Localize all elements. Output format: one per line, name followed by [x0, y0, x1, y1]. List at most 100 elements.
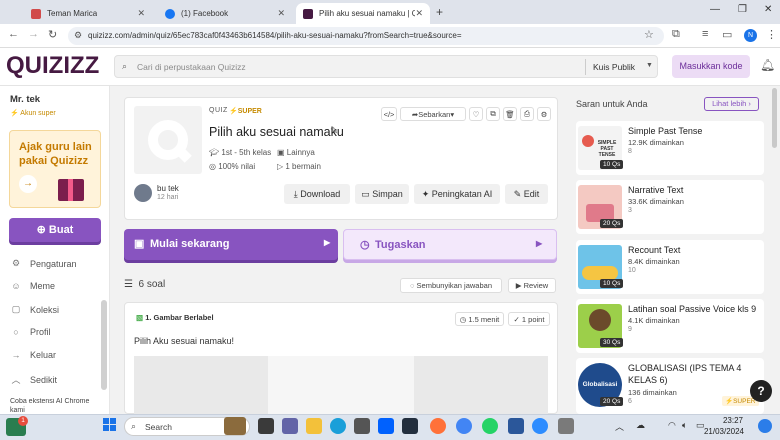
sidebar-item-logout[interactable]: → Keluar — [10, 350, 57, 360]
chrome-extension-promo[interactable]: Coba ekstensi AI Chrome kami — [10, 398, 98, 412]
browser-menu-icon[interactable]: ⋮ — [766, 28, 777, 41]
author-avatar[interactable] — [134, 184, 152, 202]
taskbar-time[interactable]: 23:27 — [713, 416, 743, 425]
settings-app-icon[interactable] — [558, 418, 574, 434]
promo-text: Ajak guru lain pakai Quizizz — [19, 141, 92, 167]
sidebar-item-memes[interactable]: ☺ Meme — [10, 281, 55, 291]
question-count-badge: 10 Qs — [600, 160, 624, 169]
notification-bell-icon[interactable]: 🔔︎ — [760, 58, 775, 72]
word-icon[interactable] — [508, 418, 524, 434]
suggestion-card[interactable]: SIMPLE PAST TENSE 10 Qs Simple Past Tens… — [576, 121, 764, 175]
browser-tab-quizizz[interactable]: Pilih aku sesuai namaku | Quizizz ✕ — [296, 3, 430, 24]
bookmark-star-icon[interactable]: ☆ — [644, 28, 654, 41]
extensions-icon[interactable]: ⧉ — [672, 28, 680, 41]
firefox-icon[interactable] — [430, 418, 446, 434]
search-divider — [585, 59, 586, 75]
save-button[interactable]: ▭ Simpan — [355, 184, 409, 204]
network-icon[interactable]: ☁ — [636, 420, 645, 431]
join-code-button[interactable]: Masukkan kode — [672, 55, 750, 78]
question-image-center — [268, 356, 414, 414]
suggestion-card[interactable]: 20 Qs Narrative Text 33.6K dimainkan 3 — [576, 180, 764, 234]
suggestion-plays: 136 dimainkan — [628, 388, 677, 397]
sidebar-item-profile[interactable]: ○ Profil — [10, 327, 50, 337]
file-explorer-icon[interactable] — [306, 418, 322, 434]
review-button[interactable]: ▶ Review — [508, 278, 556, 293]
edge-icon[interactable] — [330, 418, 346, 434]
delete-icon[interactable]: 🗑︎ — [503, 107, 517, 121]
quiz-title: Pilih aku sesuai namaku — [209, 125, 344, 139]
hide-answers-button[interactable]: ◌ Sembunyikan jawaban — [400, 278, 502, 293]
side-panel-icon[interactable]: ▭ — [722, 28, 732, 41]
volume-icon[interactable]: 🔈︎ — [682, 420, 687, 431]
suggestions-heading: Saran untuk Anda — [576, 99, 648, 109]
question-time[interactable]: ◷ 1.5 menit — [455, 312, 504, 326]
suggestion-card[interactable]: 30 Qs Latihan soal Passive Voice kls 9 4… — [576, 299, 764, 353]
copy-icon[interactable]: ⧉ — [486, 107, 500, 121]
windows-start-icon[interactable] — [103, 418, 117, 432]
site-info-icon[interactable]: ⚙ — [74, 30, 82, 41]
question-text: Pilih Aku sesuai namaku! — [134, 336, 235, 346]
url-field[interactable]: quizizz.com/admin/quiz/65ec783caf0f43463… — [68, 27, 664, 45]
close-window-icon[interactable]: ✕ — [764, 4, 772, 15]
help-button[interactable]: ? — [750, 380, 772, 402]
sidebar-collapse[interactable]: ︿ Sedikit — [10, 373, 57, 386]
whatsapp-icon[interactable] — [482, 418, 498, 434]
close-tab-icon[interactable]: ✕ — [277, 8, 285, 19]
settings-icon[interactable]: ⚙ — [537, 107, 551, 121]
create-button[interactable]: ⊕ Buat — [9, 218, 101, 242]
forward-icon[interactable]: → — [28, 28, 39, 40]
quizizz-logo[interactable]: QUIZIZZ — [6, 52, 99, 80]
new-tab-button[interactable]: + — [436, 5, 443, 19]
wifi-icon[interactable]: ◠ — [668, 420, 676, 431]
back-icon[interactable]: ← — [8, 28, 19, 40]
chrome-icon[interactable] — [456, 418, 472, 434]
see-more-button[interactable]: Lihat lebih › — [704, 97, 759, 111]
question-points[interactable]: ✓ 1 point — [508, 312, 550, 326]
amazon-icon[interactable] — [402, 418, 418, 434]
edit-button[interactable]: ✎ Edit — [505, 184, 548, 204]
super-badge: ⚡SUPER — [229, 108, 262, 115]
browser-tab-facebook[interactable]: (1) Facebook ✕ — [158, 3, 292, 24]
suggestion-count: 6 — [628, 398, 632, 405]
search-scope-select[interactable]: Kuis Publik — [593, 62, 635, 72]
library-search-input[interactable]: ⌕ Cari di perpustakaan Quizizz Kuis Publ… — [114, 55, 658, 78]
promo-arrow-icon[interactable]: → — [19, 175, 37, 193]
sidebar-item-settings[interactable]: ⚙ Pengaturan — [10, 258, 77, 269]
clock-illustration-icon — [582, 135, 594, 147]
notification-center-icon[interactable] — [758, 419, 772, 433]
taskbar-date[interactable]: 21/03/2024 — [700, 427, 744, 436]
dropbox-icon[interactable] — [378, 418, 394, 434]
suggestion-title: Narrative Text — [628, 185, 684, 195]
store-icon[interactable] — [354, 418, 370, 434]
share-button[interactable]: ➦ Sebarkan ▾ — [400, 107, 466, 121]
like-heart-icon[interactable]: ♡ — [469, 107, 483, 121]
invite-teachers-promo[interactable]: Ajak guru lain pakai Quizizz → — [9, 130, 101, 208]
suggestion-card[interactable]: 10 Qs Recount Text 8.4K dimainkan 10 — [576, 240, 764, 294]
assign-button[interactable]: ◷ Tugaskan ▶ — [343, 229, 557, 260]
system-tray-chevron-icon[interactable]: ︿ — [615, 420, 624, 433]
sidebar-scrollbar[interactable] — [101, 300, 107, 390]
close-tab-icon[interactable]: ✕ — [137, 8, 145, 19]
zoom-icon[interactable] — [532, 418, 548, 434]
search-highlight-icon — [224, 417, 246, 435]
suggestion-card[interactable]: Globalisasi 20 Qs GLOBALISASI (IPS TEMA … — [576, 358, 764, 414]
download-button[interactable]: ⤓ Download — [284, 184, 350, 204]
profile-avatar[interactable]: N — [744, 29, 757, 42]
sidebar-item-collections[interactable]: ▢ Koleksi — [10, 304, 59, 315]
minimize-window-icon[interactable]: — — [710, 4, 720, 15]
close-tab-icon[interactable]: ✕ — [415, 8, 423, 19]
author-name[interactable]: bu tek — [157, 184, 179, 193]
reload-icon[interactable]: ↻ — [48, 28, 57, 41]
print-icon[interactable]: ⎙ — [520, 107, 534, 121]
ai-enhance-button[interactable]: ✦ Peningkatan AI — [414, 184, 500, 204]
chat-app-icon[interactable] — [282, 418, 298, 434]
meme-icon: ☺ — [11, 281, 21, 291]
task-view-icon[interactable] — [258, 418, 274, 434]
embed-code-icon[interactable]: </> — [381, 107, 397, 121]
page-scrollbar[interactable] — [772, 88, 777, 148]
start-now-button[interactable]: ▣ Mulai sekarang ▶ — [124, 229, 338, 260]
reading-list-icon[interactable]: ≡ — [702, 28, 708, 40]
browser-tab-teman-marica[interactable]: Teman Marica ✕ — [24, 3, 152, 24]
edit-title-icon[interactable]: ✎ — [330, 126, 338, 137]
restore-window-icon[interactable]: ❐ — [738, 4, 747, 15]
